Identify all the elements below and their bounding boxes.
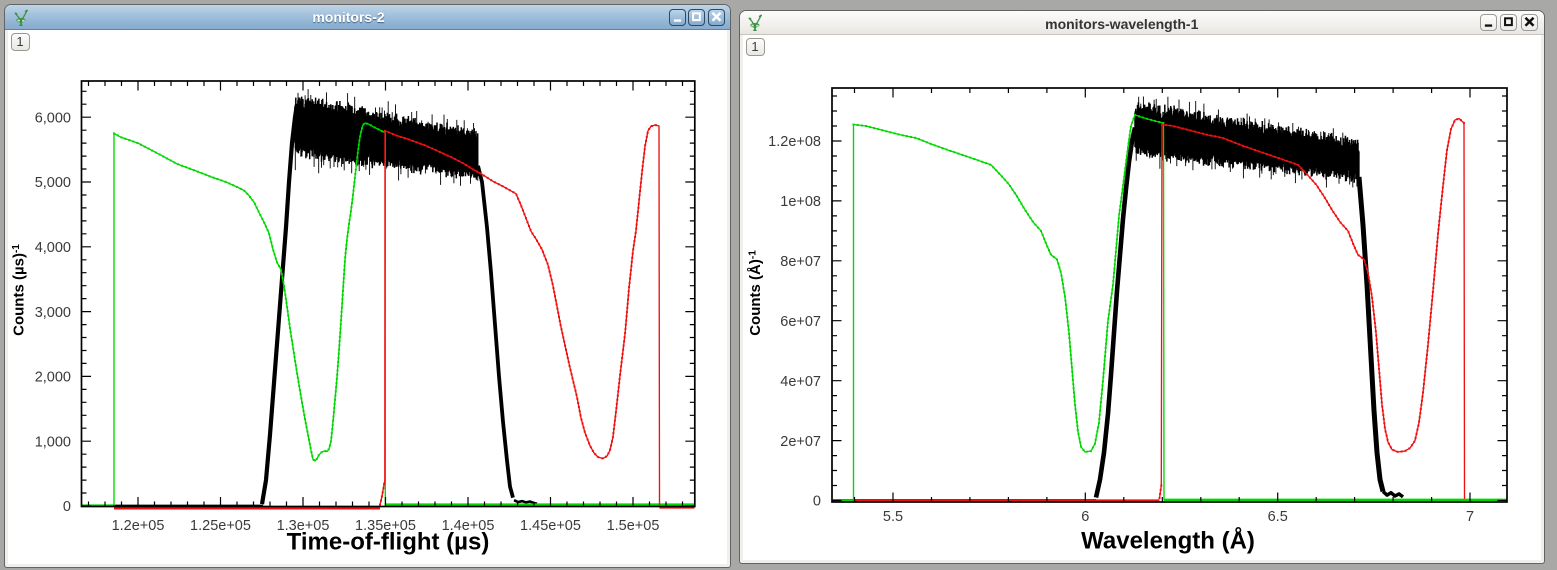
svg-text:Counts (µs)-1: Counts (µs)-1: [11, 244, 28, 336]
svg-text:Counts (Å)-1: Counts (Å)-1: [747, 250, 764, 336]
svg-text:1.45e+05: 1.45e+05: [520, 518, 581, 534]
svg-text:6.5: 6.5: [1268, 509, 1288, 525]
svg-text:7: 7: [1466, 509, 1474, 525]
svg-text:1.5e+05: 1.5e+05: [607, 518, 660, 534]
svg-text:4,000: 4,000: [35, 240, 71, 256]
svg-text:3,000: 3,000: [35, 305, 71, 321]
svg-text:Time-of-flight (µs): Time-of-flight (µs): [287, 529, 490, 556]
svg-text:1.2e+05: 1.2e+05: [112, 518, 165, 534]
svg-text:0: 0: [813, 494, 821, 510]
svg-text:1.2e+08: 1.2e+08: [768, 134, 821, 150]
svg-text:1.25e+05: 1.25e+05: [190, 518, 251, 534]
svg-text:8e+07: 8e+07: [780, 254, 821, 270]
svg-text:Wavelength (Å): Wavelength (Å): [1081, 527, 1255, 555]
svg-text:5,000: 5,000: [35, 175, 71, 191]
svg-text:4e+07: 4e+07: [780, 374, 821, 390]
svg-text:1e+08: 1e+08: [780, 194, 821, 210]
svg-text:6: 6: [1081, 509, 1089, 525]
svg-text:2e+07: 2e+07: [780, 434, 821, 450]
svg-text:6e+07: 6e+07: [780, 314, 821, 330]
svg-text:6,000: 6,000: [35, 110, 71, 126]
svg-text:2,000: 2,000: [35, 370, 71, 386]
svg-text:0: 0: [63, 499, 71, 515]
svg-text:5.5: 5.5: [883, 509, 903, 525]
svg-text:1,000: 1,000: [35, 434, 71, 450]
